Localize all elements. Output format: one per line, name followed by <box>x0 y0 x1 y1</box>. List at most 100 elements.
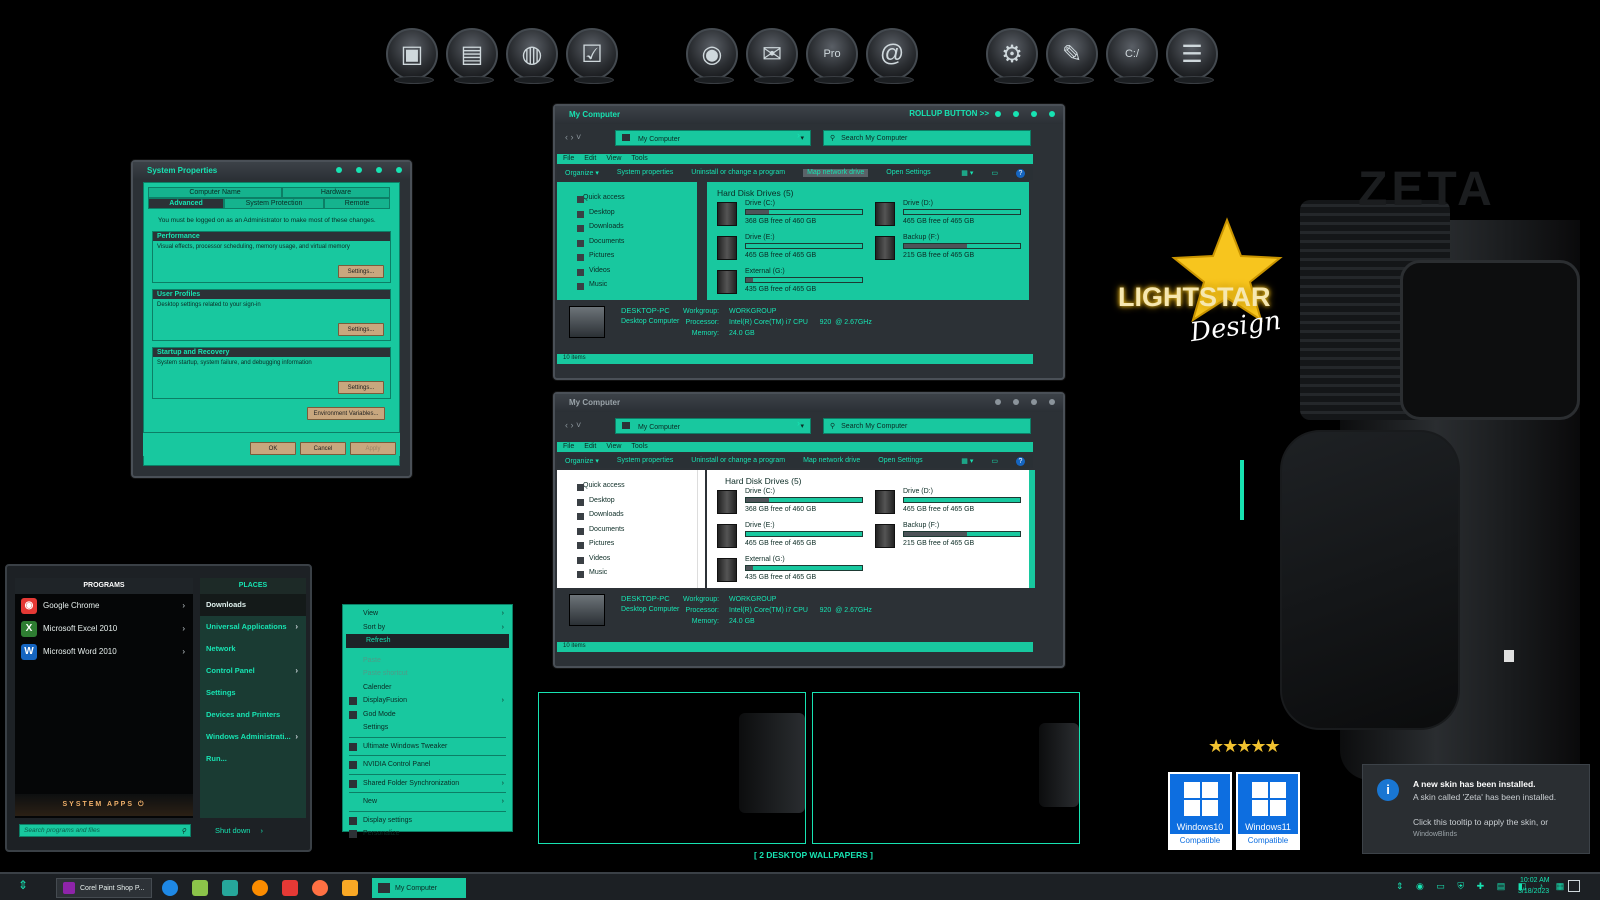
context-menu-item[interactable]: DisplayFusion › <box>343 694 512 708</box>
tab-hardware[interactable]: Hardware <box>282 187 390 198</box>
drive-item[interactable]: External (G:) 435 GB free of 465 GB <box>717 556 867 586</box>
nav-item-documents[interactable]: Documents <box>569 526 689 541</box>
nav-item-music[interactable]: Music <box>569 281 689 296</box>
cancel-button[interactable]: Cancel <box>300 442 346 455</box>
help-button[interactable] <box>336 167 342 173</box>
view-icon[interactable]: ▦ ▾ <box>961 457 973 465</box>
edit-icon[interactable]: ✎ <box>1046 28 1098 84</box>
maximize-button[interactable] <box>376 167 382 173</box>
app-icon[interactable] <box>282 880 298 896</box>
chevron-down-icon[interactable]: ▾ <box>800 422 804 430</box>
system-properties-button[interactable]: System properties <box>617 457 673 465</box>
ie-icon[interactable] <box>162 880 178 896</box>
place-item[interactable]: Devices and Printers <box>200 704 306 726</box>
rollup-label[interactable]: ROLLUP BUTTON >> <box>909 109 989 118</box>
drive-item[interactable]: Drive (D:) 465 GB free of 465 GB <box>875 488 1025 518</box>
start-button[interactable]: ⇕ <box>18 878 28 892</box>
maximize-button[interactable] <box>1031 111 1037 117</box>
rollup-button[interactable] <box>995 111 1001 117</box>
notification-center-icon[interactable] <box>1568 880 1580 892</box>
drive-item[interactable]: Backup (F:) 215 GB free of 465 GB <box>875 234 1025 264</box>
address-book-icon[interactable]: @ <box>866 28 918 84</box>
nav-item-desktop[interactable]: Desktop <box>569 209 689 224</box>
menu-file[interactable]: File <box>563 443 574 451</box>
content-scrollbar[interactable] <box>1029 470 1035 588</box>
place-item[interactable]: Control Panel › <box>200 660 306 682</box>
apply-button[interactable]: Apply <box>350 442 396 455</box>
drive-item[interactable]: Drive (C:) 368 GB free of 460 GB <box>717 200 867 230</box>
go-button[interactable]: › <box>797 130 800 140</box>
view-icon[interactable]: ▦ ▾ <box>961 169 973 177</box>
calendar-check-icon[interactable]: ☑ <box>566 28 618 84</box>
drive-item[interactable]: Drive (E:) 465 GB free of 465 GB <box>717 522 867 552</box>
context-menu-item[interactable]: New › <box>343 795 512 809</box>
preview-pane-icon[interactable]: ▭ <box>991 457 998 465</box>
minimize-button[interactable] <box>1013 111 1019 117</box>
menu-edit[interactable]: Edit <box>584 155 596 163</box>
start-search-input[interactable]: Search programs and files ⚲ <box>19 824 191 837</box>
flame-icon[interactable] <box>312 880 328 896</box>
cloud-icon[interactable] <box>192 880 208 896</box>
chevron-down-icon[interactable]: ▾ <box>800 134 804 142</box>
nav-item-downloads[interactable]: Downloads <box>569 223 689 238</box>
clock-time[interactable]: 10:02 AM <box>1520 877 1550 884</box>
drive-item[interactable]: Drive (D:) 465 GB free of 465 GB <box>875 200 1025 230</box>
maximize-button[interactable] <box>1031 399 1037 405</box>
open-settings-button[interactable]: Open Settings <box>886 169 930 177</box>
tab-advanced[interactable]: Advanced <box>148 198 224 209</box>
drive-item[interactable]: External (G:) 435 GB free of 465 GB <box>717 268 867 298</box>
thunderbird-icon[interactable]: ✉ <box>746 28 798 84</box>
context-menu-item[interactable]: God Mode <box>343 708 512 722</box>
nav-item-music[interactable]: Music <box>569 569 689 584</box>
media-icon[interactable] <box>342 880 358 896</box>
nav-item-pictures[interactable]: Pictures <box>569 540 689 555</box>
chrome-icon[interactable]: ◉ <box>686 28 738 84</box>
gear-icon[interactable] <box>252 880 268 896</box>
context-menu-item[interactable]: Ultimate Windows Tweaker <box>343 740 512 754</box>
menu-view[interactable]: View <box>606 155 621 163</box>
nav-scrollbar[interactable] <box>697 470 705 588</box>
address-bar[interactable]: My Computer ▾ <box>615 130 811 146</box>
search-box[interactable]: ⚲ Search My Computer <box>823 418 1031 434</box>
drive-item[interactable]: Drive (C:) 368 GB free of 460 GB <box>717 488 867 518</box>
notification-toast[interactable]: i A new skin has been installed. A skin … <box>1362 764 1590 854</box>
start-menu[interactable]: PROGRAMS ◉ Google Chrome › X Microsoft Excel… <box>5 564 312 852</box>
nav-item-quick-access[interactable]: Quick access <box>569 482 689 497</box>
minimize-button[interactable] <box>356 167 362 173</box>
uninstall-button[interactable]: Uninstall or change a program <box>691 169 785 177</box>
search-box[interactable]: ⚲ Search My Computer <box>823 130 1031 146</box>
help-icon[interactable]: ? <box>1016 169 1025 178</box>
taskbar-item-paintshop[interactable]: Corel Paint Shop P... <box>56 878 152 898</box>
context-menu-item[interactable]: NVIDIA Control Panel <box>343 758 512 772</box>
settings-icon[interactable]: ⚙ <box>986 28 1038 84</box>
documents-icon[interactable]: ▤ <box>446 28 498 84</box>
program-item[interactable]: W Microsoft Word 2010 › <box>15 640 193 663</box>
go-button[interactable]: › <box>797 418 800 428</box>
system-properties-button[interactable]: System properties <box>617 169 673 177</box>
organize-button[interactable]: Organize ▾ <box>565 457 599 465</box>
context-menu-item[interactable]: Sort by › <box>343 621 512 635</box>
pro-icon[interactable]: Pro <box>806 28 858 84</box>
context-menu-item[interactable]: View › <box>343 607 512 621</box>
window-titlebar[interactable]: My Computer <box>555 394 1063 412</box>
nav-scrollbar[interactable] <box>697 182 705 300</box>
startup-settings-button[interactable]: Settings... <box>338 381 384 394</box>
layers-icon[interactable] <box>222 880 238 896</box>
place-item[interactable]: Network <box>200 638 306 660</box>
menu-file[interactable]: File <box>563 155 574 163</box>
content-scrollbar[interactable] <box>1029 182 1035 300</box>
user-profiles-settings-button[interactable]: Settings... <box>338 323 384 336</box>
map-network-drive-button[interactable]: Map network drive <box>803 457 860 465</box>
clock-date[interactable]: 3/18/2023 <box>1518 888 1549 895</box>
system-properties-window[interactable]: System Properties Computer Name Hardware… <box>131 160 412 478</box>
place-item[interactable]: Settings <box>200 682 306 704</box>
drive-item[interactable]: Drive (E:) 465 GB free of 465 GB <box>717 234 867 264</box>
organize-button[interactable]: Organize ▾ <box>565 169 599 177</box>
map-network-drive-button[interactable]: Map network drive <box>803 169 869 177</box>
program-item[interactable]: X Microsoft Excel 2010 › <box>15 617 193 640</box>
network-icon[interactable]: ◍ <box>506 28 558 84</box>
stack-icon[interactable]: ☰ <box>1166 28 1218 84</box>
program-item[interactable]: ◉ Google Chrome › <box>15 594 193 617</box>
context-menu-item[interactable]: Display settings <box>343 814 512 828</box>
uninstall-button[interactable]: Uninstall or change a program <box>691 457 785 465</box>
